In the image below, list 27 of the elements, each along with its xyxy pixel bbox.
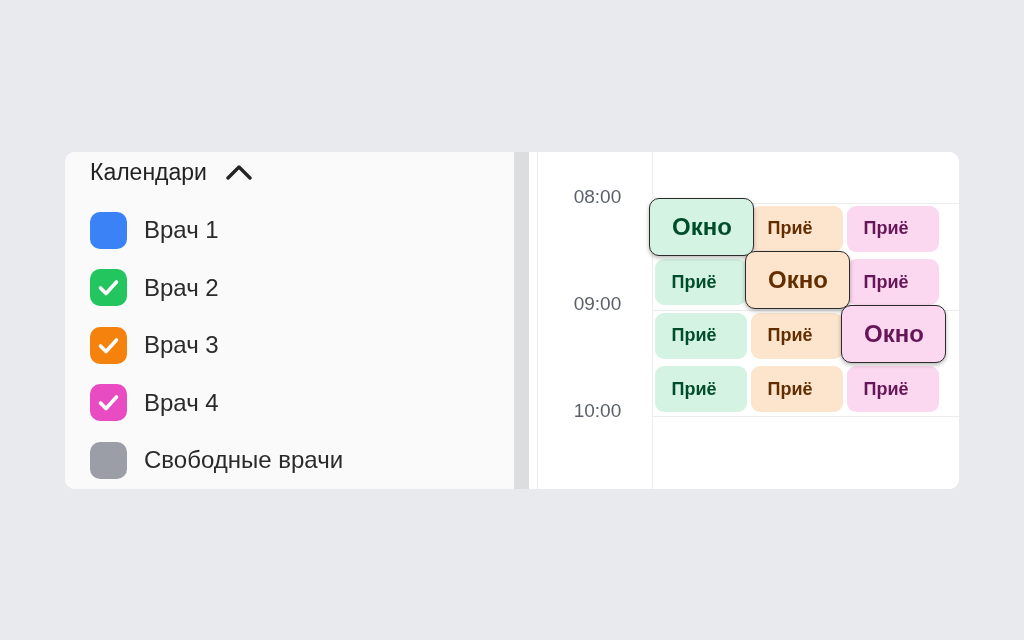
time-label: 10:00: [572, 399, 622, 422]
checkbox[interactable]: [90, 211, 127, 249]
time-label: 09:00: [572, 292, 622, 315]
checkbox[interactable]: [90, 326, 127, 364]
calendar-label: Врач 4: [144, 388, 219, 417]
appointment-block[interactable]: Приё: [655, 259, 748, 305]
calendar-label: Врач 2: [144, 273, 219, 302]
appointment-block[interactable]: Приё: [847, 205, 940, 252]
time-label: 08:00: [572, 185, 622, 208]
calendar-label: Свободные врачи: [144, 446, 344, 475]
free-slot-block[interactable]: Окно: [745, 251, 851, 309]
appointment-block[interactable]: Приё: [751, 366, 844, 412]
appointment-block[interactable]: Приё: [847, 366, 940, 412]
checkbox[interactable]: [90, 384, 127, 422]
free-slot-block[interactable]: Окно: [841, 304, 947, 363]
checkbox[interactable]: [90, 441, 127, 479]
free-slot-block[interactable]: Окно: [649, 197, 755, 256]
calendars-heading: Календари: [90, 157, 207, 186]
appointment-block[interactable]: Приё: [655, 366, 748, 412]
appointment-block[interactable]: Приё: [847, 259, 940, 305]
calendar-label: Врач 3: [144, 331, 219, 360]
appointment-block[interactable]: Приё: [655, 312, 748, 359]
checkbox[interactable]: [90, 269, 127, 307]
appointment-block[interactable]: Приё: [751, 205, 844, 252]
calendar-label: Врач 1: [144, 216, 219, 245]
chevron-up-icon[interactable]: [225, 163, 252, 180]
appointment-block[interactable]: Приё: [751, 312, 844, 359]
